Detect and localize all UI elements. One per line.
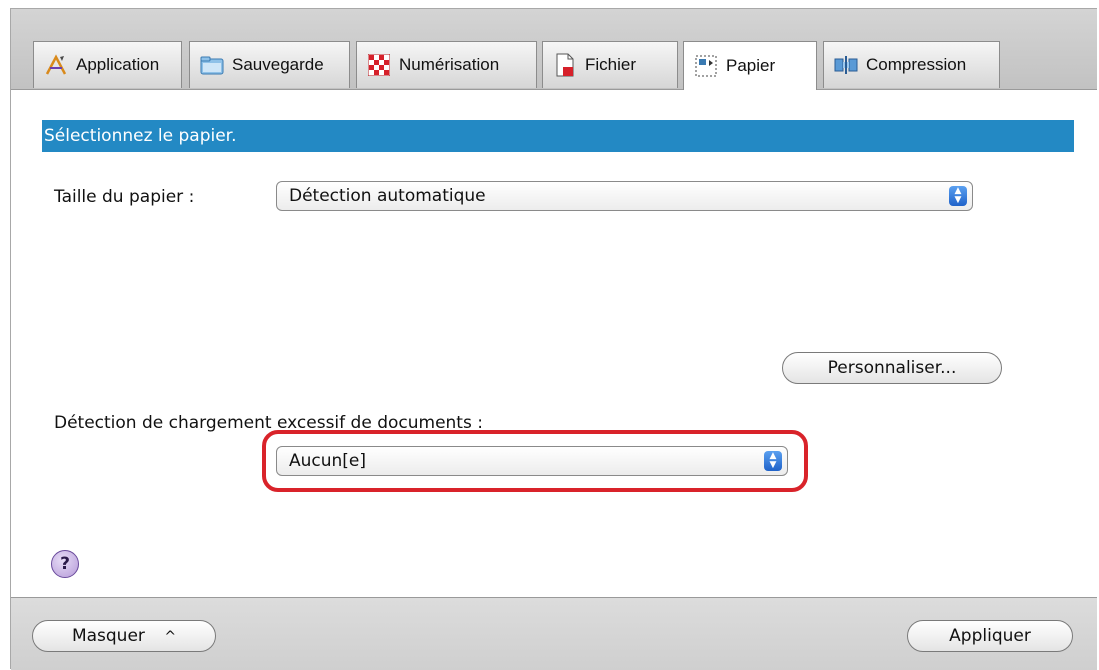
tab-label: Numérisation bbox=[399, 55, 500, 74]
file-icon bbox=[553, 53, 577, 77]
customize-button[interactable]: Personnaliser... bbox=[782, 352, 1002, 384]
tab-label: Fichier bbox=[585, 55, 637, 74]
paper-size-value: Détection automatique bbox=[289, 186, 486, 206]
tab-fichier[interactable]: Fichier bbox=[542, 41, 678, 88]
tab-application[interactable]: Application bbox=[33, 41, 182, 88]
tab-papier[interactable]: Papier bbox=[683, 41, 817, 90]
tab-label: Sauvegarde bbox=[232, 55, 324, 74]
tab-numerisation[interactable]: Numérisation bbox=[356, 41, 537, 88]
chevron-up-icon: ^ bbox=[164, 629, 177, 645]
paper-size-label: Taille du papier : bbox=[54, 187, 195, 207]
apply-button[interactable]: Appliquer bbox=[907, 620, 1073, 652]
hide-button[interactable]: Masquer ^ bbox=[32, 620, 216, 652]
section-title: Sélectionnez le papier. bbox=[42, 120, 1074, 152]
paper-size-select[interactable]: Détection automatique ▲ ▼ bbox=[276, 181, 973, 211]
tab-label: Application bbox=[76, 55, 160, 74]
footer-bar: Masquer ^ Appliquer bbox=[11, 597, 1097, 670]
preferences-window: Application Sauvegarde Numérisation Fich… bbox=[10, 8, 1097, 670]
tab-compression[interactable]: Compression bbox=[823, 41, 1000, 88]
tab-label: Papier bbox=[726, 56, 776, 75]
tab-label: Compression bbox=[866, 55, 967, 74]
popup-arrows-icon: ▲ ▼ bbox=[949, 186, 967, 206]
application-icon bbox=[44, 53, 68, 77]
highlight-annotation bbox=[262, 430, 808, 492]
paper-pane: Sélectionnez le papier. Taille du papier… bbox=[11, 90, 1097, 597]
compression-icon bbox=[834, 53, 858, 77]
tab-bar: Application Sauvegarde Numérisation Fich… bbox=[11, 9, 1097, 90]
hide-button-label: Masquer bbox=[71, 626, 145, 646]
help-button[interactable]: ? bbox=[51, 550, 79, 578]
tab-sauvegarde[interactable]: Sauvegarde bbox=[189, 41, 350, 88]
paper-icon bbox=[694, 54, 718, 78]
folder-icon bbox=[200, 53, 224, 77]
scan-icon bbox=[367, 53, 391, 77]
